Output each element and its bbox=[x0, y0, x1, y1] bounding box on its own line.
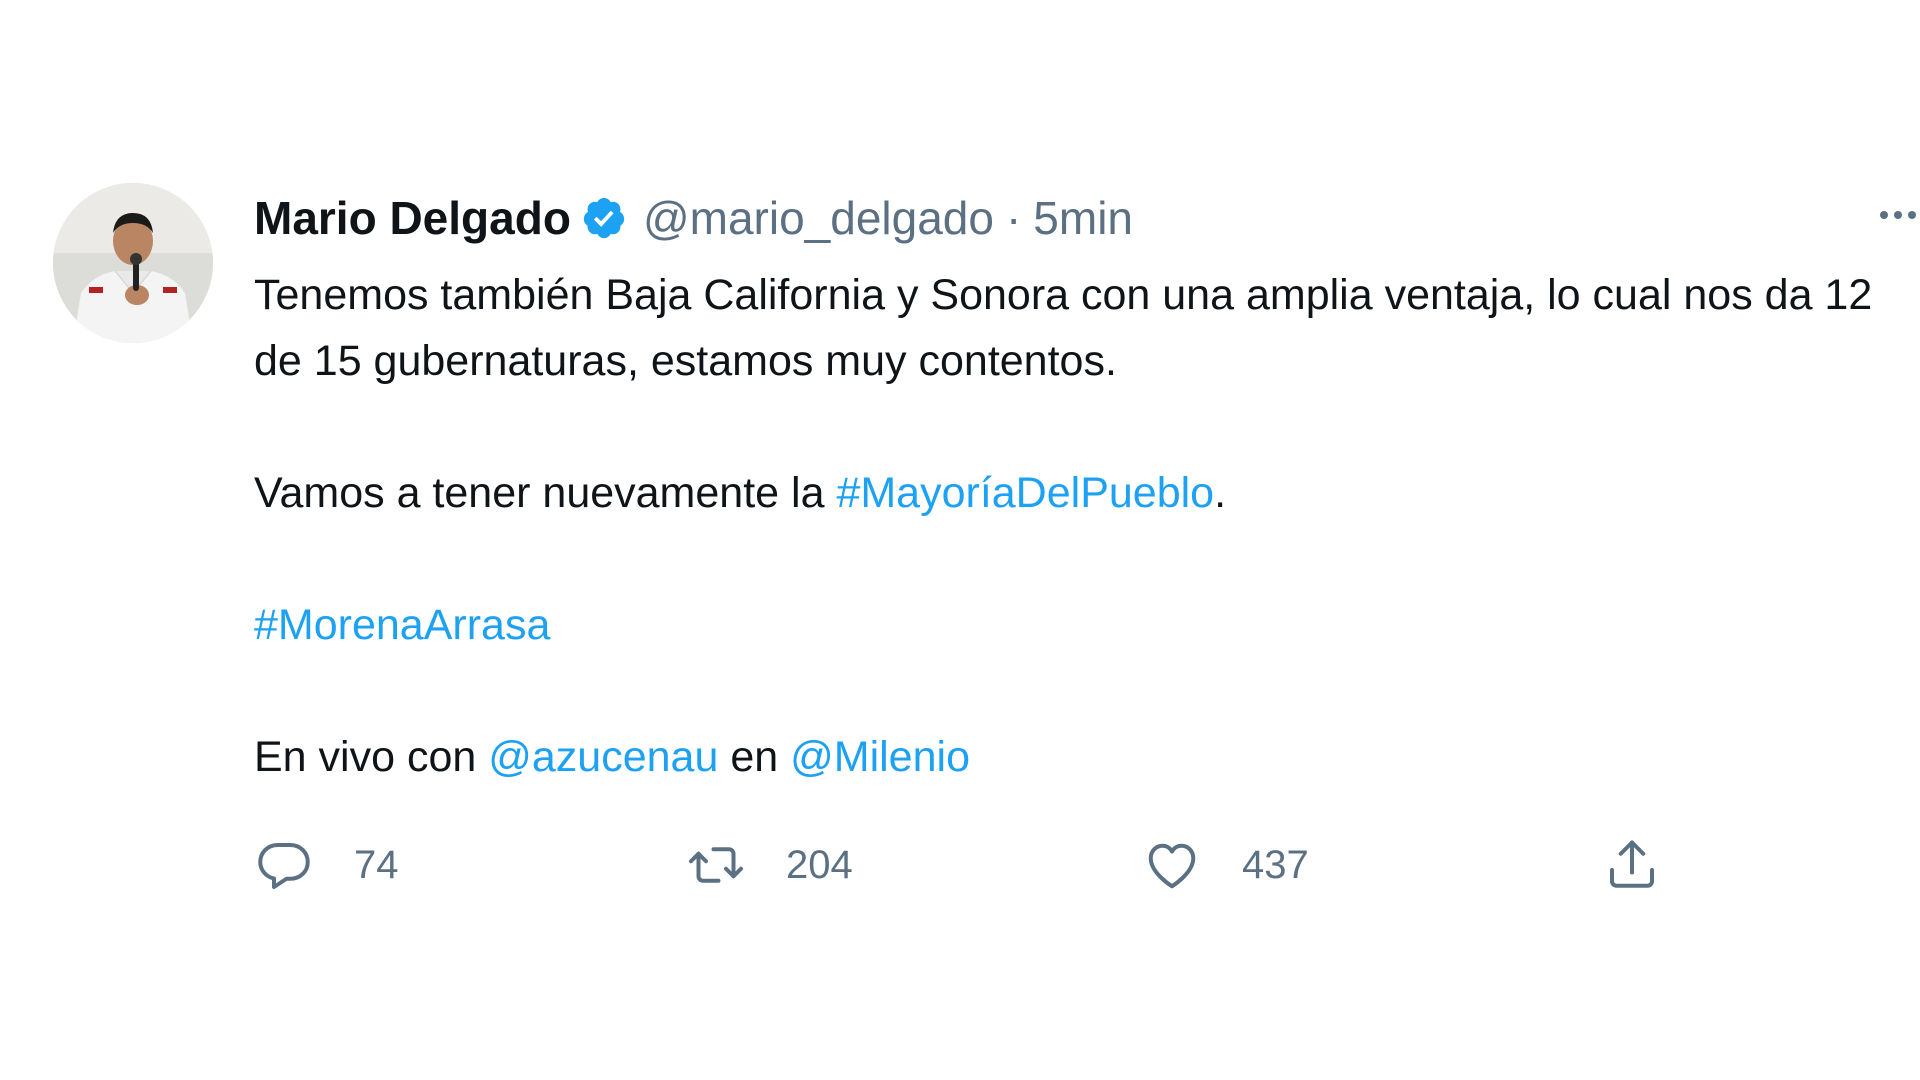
avatar-photo bbox=[53, 183, 213, 343]
header-separator: · bbox=[1005, 192, 1022, 244]
share-button[interactable] bbox=[1602, 835, 1662, 895]
avatar[interactable] bbox=[53, 183, 213, 343]
like-count: 437 bbox=[1242, 842, 1309, 887]
tweet-paragraph-2: Vamos a tener nuevamente la #MayoríaDelP… bbox=[254, 460, 1894, 526]
reply-count: 74 bbox=[354, 842, 399, 887]
paragraph-2-text: Vamos a tener nuevamente la bbox=[254, 469, 837, 517]
author-handle[interactable]: @mario_delgado bbox=[643, 191, 994, 245]
tweet-timestamp[interactable]: 5min bbox=[1033, 191, 1133, 245]
retweet-button[interactable]: 204 bbox=[686, 835, 853, 895]
tweet-paragraph-4: En vivo con @azucenau en @Milenio bbox=[254, 724, 1894, 790]
verified-badge-icon bbox=[581, 195, 627, 241]
hashtag-morena-arrasa[interactable]: #MorenaArrasa bbox=[254, 601, 550, 649]
paragraph-4-text: En vivo con bbox=[254, 733, 489, 781]
paragraph-2-end: . bbox=[1214, 469, 1227, 517]
tweet-paragraph-3: #MorenaArrasa bbox=[254, 592, 1894, 658]
retweet-count: 204 bbox=[786, 842, 853, 887]
like-button[interactable]: 437 bbox=[1142, 835, 1309, 895]
share-icon bbox=[1602, 835, 1662, 895]
hashtag-mayoria-del-pueblo[interactable]: #MayoríaDelPueblo bbox=[836, 469, 1214, 517]
tweet-header: Mario Delgado @mario_delgado · 5min bbox=[254, 188, 1133, 248]
mention-azucenau[interactable]: @azucenau bbox=[488, 733, 718, 781]
heart-icon bbox=[1142, 835, 1202, 895]
tweet-paragraph-1: Tenemos también Baja California y Sonora… bbox=[254, 271, 1873, 385]
more-options-icon[interactable] bbox=[1880, 200, 1920, 230]
reply-icon bbox=[254, 835, 314, 895]
tweet-actions: 74 204 437 bbox=[254, 835, 1694, 895]
retweet-icon bbox=[686, 835, 746, 895]
author-name[interactable]: Mario Delgado bbox=[254, 191, 571, 245]
mention-milenio[interactable]: @Milenio bbox=[790, 733, 970, 781]
reply-button[interactable]: 74 bbox=[254, 835, 399, 895]
tweet: Mario Delgado @mario_delgado · 5min Tene… bbox=[0, 0, 1920, 1080]
paragraph-4-mid: en bbox=[718, 733, 791, 781]
tweet-text: Tenemos también Baja California y Sonora… bbox=[254, 262, 1894, 790]
